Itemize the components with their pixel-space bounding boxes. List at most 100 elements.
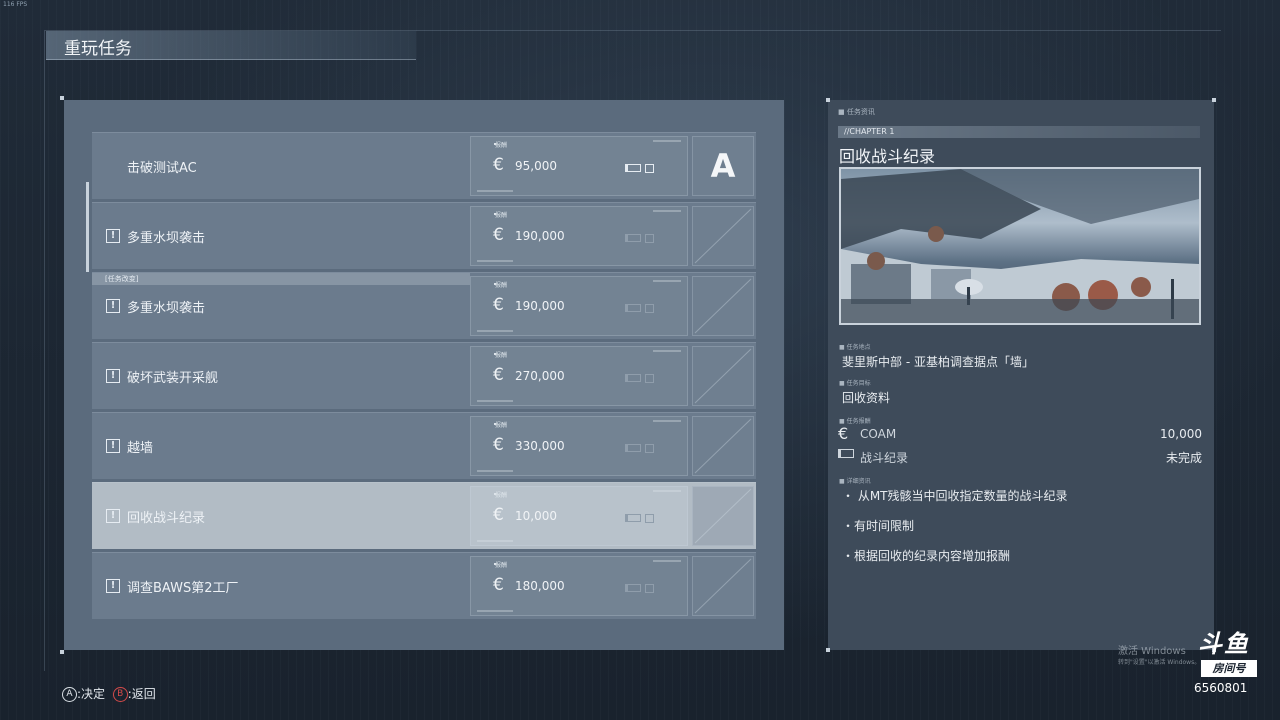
objective-label: ■ 任务目标 bbox=[839, 380, 871, 387]
scroll-indicator[interactable] bbox=[86, 182, 89, 272]
battle-log-status: 未完成 bbox=[1165, 451, 1202, 465]
corner-marker bbox=[60, 650, 64, 654]
page-title: 重玩任务 bbox=[64, 39, 132, 59]
rank-box bbox=[692, 206, 754, 266]
mission-name-area: ! 越墙 bbox=[92, 413, 470, 479]
mission-name: 击破测试AC bbox=[127, 161, 197, 176]
mission-name: 破坏武装开采舰 bbox=[127, 371, 219, 386]
room-number: 6560801 bbox=[1194, 681, 1248, 695]
decor-line bbox=[653, 140, 681, 142]
reward-box: 报酬 €330,000 bbox=[470, 416, 688, 476]
reward-label: 报酬 bbox=[495, 422, 508, 429]
fps-counter: 116 FPS bbox=[3, 1, 28, 8]
reward-value: 190,000 bbox=[515, 299, 565, 313]
rank-box bbox=[692, 276, 754, 336]
decor-line bbox=[477, 260, 513, 262]
b-button-icon: B bbox=[112, 687, 128, 702]
mission-preview-image bbox=[839, 167, 1201, 325]
alert-icon: ! bbox=[106, 369, 120, 383]
reward-label-text: 任务报酬 bbox=[846, 418, 871, 425]
objective-value: 回收资料 bbox=[842, 391, 891, 405]
mission-row[interactable]: ! 调查BAWS第2工厂 报酬 €180,000 bbox=[92, 552, 756, 619]
coam-icon: € bbox=[493, 505, 504, 525]
mission-name: 调查BAWS第2工厂 bbox=[127, 581, 239, 596]
mission-row[interactable]: ! 多重水坝袭击 报酬 €190,000 bbox=[92, 202, 756, 269]
chapter-bar: //CHAPTER 1 bbox=[838, 126, 1200, 138]
mission-row[interactable]: ! 回收战斗纪录 报酬 €10,000 bbox=[92, 482, 756, 549]
reward-currency: COAM bbox=[860, 427, 897, 441]
battle-log-icon bbox=[625, 163, 657, 173]
reward-amount: 10,000 bbox=[1160, 427, 1202, 441]
reward-box: 报酬 €190,000 bbox=[470, 276, 688, 336]
detail-mission-title: 回收战斗纪录 bbox=[839, 147, 936, 166]
battle-log-icon bbox=[625, 373, 657, 383]
reward-label: 报酬 bbox=[495, 562, 508, 569]
coam-icon: € bbox=[838, 424, 849, 443]
reward-value: 95,000 bbox=[515, 159, 557, 173]
reward-box: 报酬 €190,000 bbox=[470, 206, 688, 266]
reward-box: 报酬 €270,000 bbox=[470, 346, 688, 406]
corner-marker bbox=[60, 96, 64, 100]
confirm-hint[interactable]: :决定 bbox=[77, 687, 105, 701]
mission-name-area: [任务改变]! 多重水坝袭击 bbox=[92, 273, 470, 339]
corner-marker bbox=[1212, 98, 1216, 102]
mission-name-area: ! 破坏武装开采舰 bbox=[92, 343, 470, 409]
mission-row[interactable]: 击破测试AC 报酬 €95,000 A bbox=[92, 132, 756, 199]
battle-log-label: 战斗纪录 bbox=[860, 451, 909, 465]
decor-line bbox=[653, 350, 681, 352]
detail-section-header-text: 任务资讯 bbox=[846, 108, 875, 116]
coam-icon: € bbox=[493, 295, 504, 315]
reward-label: 报酬 bbox=[495, 492, 508, 499]
coam-icon: € bbox=[493, 575, 504, 595]
mission-name-area: 击破测试AC bbox=[92, 133, 470, 199]
mission-name-area: ! 回收战斗纪录 bbox=[92, 483, 470, 549]
coam-icon: € bbox=[493, 155, 504, 175]
mission-row[interactable]: ! 破坏武装开采舰 报酬 €270,000 bbox=[92, 342, 756, 409]
battle-log-icon bbox=[625, 513, 657, 523]
rank-letter: A bbox=[710, 147, 736, 185]
mission-name: 越墙 bbox=[127, 441, 154, 456]
decor-line bbox=[477, 540, 513, 542]
button-hints: A:决定 B:返回 bbox=[62, 685, 156, 702]
rank-box bbox=[692, 556, 754, 616]
details-label: ■ 详细资讯 bbox=[839, 478, 871, 485]
coam-icon: € bbox=[493, 225, 504, 245]
details-label-text: 详细资讯 bbox=[846, 478, 871, 485]
decor-line bbox=[653, 280, 681, 282]
a-button-icon: A bbox=[62, 687, 77, 702]
decor-line bbox=[477, 190, 513, 192]
battle-log-icon bbox=[625, 583, 657, 593]
decor-line bbox=[653, 560, 681, 562]
objective-label-text: 任务目标 bbox=[846, 380, 871, 387]
decor-line bbox=[653, 210, 681, 212]
rank-box: A bbox=[692, 136, 754, 196]
battle-log-icon bbox=[625, 303, 657, 313]
mission-changed-tag: [任务改变] bbox=[92, 273, 470, 285]
mission-name: 多重水坝袭击 bbox=[127, 301, 206, 316]
no-rank-slash bbox=[694, 208, 752, 264]
corner-marker bbox=[826, 98, 830, 102]
battle-log-icon bbox=[838, 449, 854, 458]
coam-icon: € bbox=[493, 435, 504, 455]
coam-icon: € bbox=[493, 365, 504, 385]
back-hint[interactable]: :返回 bbox=[128, 687, 156, 701]
decor-line bbox=[477, 470, 513, 472]
mission-row[interactable]: ! 越墙 报酬 €330,000 bbox=[92, 412, 756, 479]
reward-label: 报酬 bbox=[495, 352, 508, 359]
corner-marker bbox=[826, 648, 830, 652]
detail-bullet: ・ 从MT残骸当中回收指定数量的战斗纪录 bbox=[842, 489, 1068, 503]
location-label: ■ 任务地点 bbox=[839, 344, 871, 351]
rank-box bbox=[692, 346, 754, 406]
reward-value: 330,000 bbox=[515, 439, 565, 453]
reward-label: 报酬 bbox=[495, 212, 508, 219]
reward-value: 180,000 bbox=[515, 579, 565, 593]
preview-scene bbox=[841, 169, 1199, 323]
mission-name-area: ! 多重水坝袭击 bbox=[92, 203, 470, 269]
mission-row[interactable]: [任务改变]! 多重水坝袭击 报酬 €190,000 bbox=[92, 272, 756, 339]
reward-box: 报酬 €180,000 bbox=[470, 556, 688, 616]
mission-name-area: ! 调查BAWS第2工厂 bbox=[92, 553, 470, 619]
decor-line bbox=[653, 490, 681, 492]
no-rank-slash bbox=[694, 348, 752, 404]
no-rank-slash bbox=[694, 278, 752, 334]
location-label-text: 任务地点 bbox=[846, 344, 871, 351]
